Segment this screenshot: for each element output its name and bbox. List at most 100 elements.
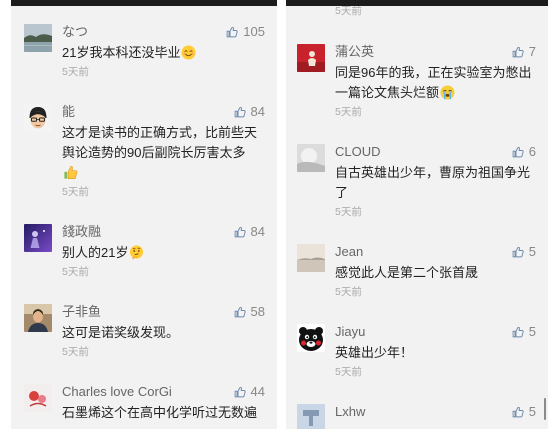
comment-text-line: 石墨烯这个在高中化学听过无数遍	[62, 405, 258, 420]
like-button[interactable]: 5	[512, 403, 536, 421]
comment-text-line: 了	[335, 185, 349, 200]
timestamp: 5天前	[62, 266, 89, 278]
thumbs-up-icon[interactable]	[512, 146, 524, 158]
timestamp: 5天前	[62, 66, 89, 78]
smiling-face-emoji-icon	[181, 45, 196, 60]
like-button[interactable]: 5	[512, 243, 536, 261]
comment-panel-right: 5天前 蒲公英 7 同是96年的我，正在实验室为憋出 一篇论文焦头烂额 5天前	[286, 0, 548, 429]
like-count: 7	[528, 44, 536, 59]
light-gray-avatar[interactable]	[297, 144, 325, 172]
purple-avatar[interactable]	[24, 224, 52, 252]
kumamon-bear-avatar[interactable]	[297, 324, 325, 352]
comment-text: 这才是读书的正确方式，比前些天 舆论造势的90后副院长厉害太多	[62, 123, 265, 183]
like-button[interactable]: 7	[512, 43, 536, 61]
crying-face-emoji-icon	[440, 85, 455, 100]
timestamp: 5天前	[335, 106, 362, 118]
thumbs-up-icon[interactable]	[234, 226, 246, 238]
red-flower-avatar[interactable]	[24, 384, 52, 412]
comment-text-line: 这可是诺奖级发现。	[62, 325, 180, 340]
thumbs-up-icon[interactable]	[234, 386, 246, 398]
comment-text-line: 一篇论文焦头烂额	[335, 85, 440, 100]
red-photo-avatar[interactable]	[297, 44, 325, 72]
like-button[interactable]: 6	[512, 143, 536, 161]
comment-text: 这可是诺奖级发现。	[62, 323, 265, 343]
thumbs-up-icon[interactable]	[512, 326, 524, 338]
like-button[interactable]: 105	[226, 23, 265, 41]
like-count: 84	[250, 224, 265, 239]
username[interactable]: CLOUD	[335, 144, 381, 159]
thumbs-up-icon[interactable]	[512, 46, 524, 58]
cartoon-glasses-avatar[interactable]	[24, 104, 52, 132]
comment-item[interactable]: Lxhw 5	[286, 392, 548, 429]
comment-item[interactable]: 蒲公英 7 同是96年的我，正在实验室为憋出 一篇论文焦头烂额 5天前	[286, 32, 548, 132]
comment-text: 别人的21岁	[62, 243, 265, 263]
like-button[interactable]: 84	[234, 103, 265, 121]
username[interactable]: Jean	[335, 244, 363, 259]
like-button[interactable]: 5	[512, 323, 536, 341]
timestamp: 5天前	[335, 5, 362, 17]
thinking-face-emoji-icon	[129, 245, 144, 260]
comment-text-line: 这才是读书的正确方式，比前些天	[62, 125, 258, 140]
comment-text-line: 别人的21岁	[62, 245, 129, 260]
comment-item[interactable]: CLOUD 6 自古英雄出少年，曹原为祖国争光 了 5天前	[286, 132, 548, 232]
timestamp: 5天前	[62, 186, 89, 198]
like-count: 58	[250, 304, 265, 319]
like-count: 5	[528, 324, 536, 339]
like-button[interactable]: 44	[234, 383, 265, 401]
thumbs-up-icon[interactable]	[512, 406, 524, 418]
comment-item[interactable]: 子非鱼 58 这可是诺奖级发现。 5天前	[11, 292, 277, 372]
comment-text: 英雄出少年！	[335, 343, 536, 363]
like-count: 105	[243, 24, 265, 39]
pale-blue-avatar[interactable]	[297, 404, 325, 429]
comment-text-line: 同是96年的我，正在实验室为憋出	[335, 65, 532, 80]
scrollbar-thumb[interactable]	[544, 398, 546, 420]
thumbs-up-icon[interactable]	[234, 106, 246, 118]
comment-item[interactable]: Jean 5 感觉此人是第二个张首晟 5天前	[286, 232, 548, 312]
thumbs-up-icon[interactable]	[234, 306, 246, 318]
like-button[interactable]: 84	[234, 223, 265, 241]
like-count: 84	[250, 104, 265, 119]
comment-text-line: 舆论造势的90后副院长厉害太多	[62, 145, 246, 160]
status-bar	[286, 0, 548, 6]
thumbs-up-icon[interactable]	[512, 246, 524, 258]
username[interactable]: Lxhw	[335, 404, 365, 419]
username[interactable]: 錢政融	[62, 224, 101, 239]
comment-item[interactable]: なつ 105 21岁我本科还没毕业 5天前	[11, 12, 277, 92]
status-bar	[11, 0, 277, 6]
pale-landscape-avatar[interactable]	[297, 244, 325, 272]
portrait-photo-avatar[interactable]	[24, 304, 52, 332]
like-count: 5	[528, 244, 536, 259]
comment-text: 石墨烯这个在高中化学听过无数遍	[62, 403, 265, 423]
username[interactable]: なつ	[62, 24, 88, 39]
timestamp: 5天前	[335, 206, 362, 218]
comment-text: 同是96年的我，正在实验室为憋出 一篇论文焦头烂额	[335, 63, 536, 103]
username[interactable]: Jiayu	[335, 324, 365, 339]
comment-item[interactable]: 能 84 这才是读书的正确方式，比前些天 舆论造势的90后副院长厉害太多 5天前	[11, 92, 277, 212]
thumbs-up-icon[interactable]	[226, 26, 238, 38]
comment-list[interactable]: 5天前 蒲公英 7 同是96年的我，正在实验室为憋出 一篇论文焦头烂额 5天前	[286, 0, 548, 429]
comment-text-line: 21岁我本科还没毕业	[62, 45, 181, 60]
timestamp: 5天前	[335, 366, 362, 378]
comment-item[interactable]: 錢政融 84 别人的21岁 5天前	[11, 212, 277, 292]
comment-text-line: 英雄出少年！	[335, 345, 414, 360]
username[interactable]: Charles love CorGi	[62, 384, 172, 399]
like-count: 6	[528, 144, 536, 159]
like-count: 44	[250, 384, 265, 399]
comment-text-line: 感觉此人是第二个张首晟	[335, 265, 479, 280]
comment-text-line: 自古英雄出少年，曹原为祖国争光	[335, 165, 531, 180]
username[interactable]: 子非鱼	[62, 304, 101, 319]
comment-text: 感觉此人是第二个张首晟	[335, 263, 536, 283]
username[interactable]: 能	[62, 104, 75, 119]
landscape-photo-avatar[interactable]	[24, 24, 52, 52]
thumbs-up-emoji-icon	[63, 165, 78, 180]
comment-list[interactable]: なつ 105 21岁我本科还没毕业 5天前 能 84 这才是读书的正确方式，比前…	[11, 12, 277, 429]
like-count: 5	[528, 404, 536, 419]
comment-text: 21岁我本科还没毕业	[62, 43, 265, 63]
timestamp: 5天前	[335, 286, 362, 298]
comment-item[interactable]: Jiayu 5 英雄出少年！ 5天前	[286, 312, 548, 392]
like-button[interactable]: 58	[234, 303, 265, 321]
comment-panel-left: なつ 105 21岁我本科还没毕业 5天前 能 84 这才是读书的正确方式，比前…	[11, 0, 277, 429]
timestamp: 5天前	[62, 346, 89, 358]
username[interactable]: 蒲公英	[335, 44, 374, 59]
comment-item[interactable]: Charles love CorGi 44 石墨烯这个在高中化学听过无数遍	[11, 372, 277, 429]
